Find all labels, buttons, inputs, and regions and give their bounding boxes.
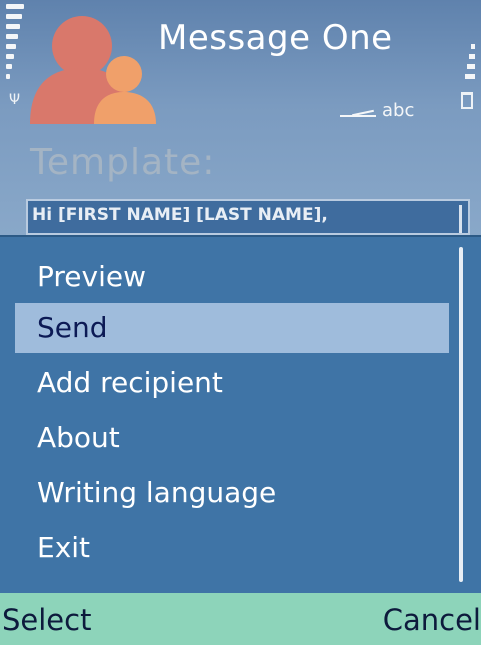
- pen-input-icon: [340, 104, 378, 118]
- field-scrollbar: [459, 205, 462, 233]
- antenna-icon: Ψ: [9, 92, 21, 108]
- menu-item-send[interactable]: Send: [15, 303, 449, 353]
- template-text: Hi [FIRST NAME] [LAST NAME],: [32, 205, 328, 225]
- app-title: Message One: [158, 18, 393, 58]
- menu-item-about[interactable]: About: [15, 413, 449, 463]
- template-field[interactable]: Hi [FIRST NAME] [LAST NAME],: [26, 199, 470, 235]
- menu-scrollbar[interactable]: [459, 247, 463, 582]
- menu-item-add-recipient[interactable]: Add recipient: [15, 358, 449, 408]
- menu-item-preview[interactable]: Preview: [15, 252, 449, 302]
- softkey-bar: Select Cancel: [0, 593, 481, 645]
- template-label: Template:: [30, 142, 216, 183]
- menu-item-exit[interactable]: Exit: [15, 523, 449, 573]
- input-mode-label: abc: [382, 100, 415, 121]
- app-background: Ψ Message One abc Template: Hi [FIRST NA…: [0, 0, 481, 235]
- options-menu: Preview Send Add recipient About Writing…: [0, 235, 481, 595]
- select-softkey[interactable]: Select: [2, 593, 91, 645]
- app-contacts-icon: [30, 16, 156, 124]
- screen: Ψ Message One abc Template: Hi [FIRST NA…: [0, 0, 481, 645]
- cancel-softkey[interactable]: Cancel: [383, 593, 481, 645]
- input-mode-indicator: abc: [340, 100, 414, 121]
- menu-item-writing-language[interactable]: Writing language: [15, 468, 449, 518]
- battery-icon: [461, 92, 473, 109]
